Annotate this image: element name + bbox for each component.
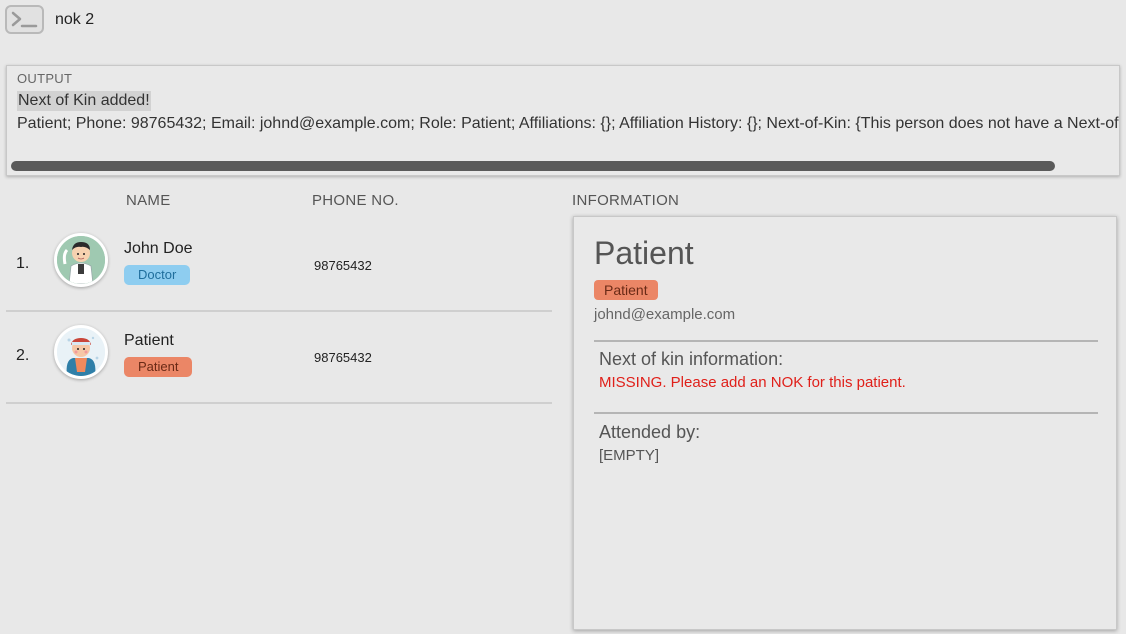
role-tag: Patient: [124, 357, 193, 377]
list-item-index: 1.: [16, 255, 30, 272]
attended-value: [EMPTY]: [599, 447, 660, 464]
phone-column-header: PHONE NO.: [312, 192, 399, 209]
command-bar: [0, 0, 1126, 40]
list-item-name: Patient: [124, 332, 174, 349]
scrollbar-thumb[interactable]: [11, 161, 1055, 171]
name-column-header: NAME: [126, 192, 171, 209]
info-role-tag: Patient: [594, 280, 658, 300]
output-title: OUTPUT: [17, 71, 73, 86]
role-tag: Doctor: [124, 265, 191, 285]
patient-avatar-icon: [54, 325, 108, 379]
output-message: Next of Kin added!: [17, 91, 151, 111]
list-item-index: 2.: [16, 347, 30, 364]
divider: [594, 412, 1098, 414]
list-item-phone: 98765432: [314, 258, 372, 273]
output-horizontal-scrollbar[interactable]: [11, 161, 1115, 173]
nok-missing-message: MISSING. Please add an NOK for this pati…: [599, 374, 906, 391]
information-header: INFORMATION: [572, 192, 680, 209]
list-item-name: John Doe: [124, 240, 193, 257]
terminal-icon[interactable]: [5, 5, 44, 34]
output-panel: OUTPUT Next of Kin added! Patient; Phone…: [6, 65, 1120, 176]
information-card: Patient Patient johnd@example.com Next o…: [573, 216, 1117, 630]
list-item[interactable]: 2. Patient Patient 98765432: [6, 312, 552, 404]
command-input[interactable]: [55, 10, 1055, 30]
divider: [594, 340, 1098, 342]
doctor-avatar-icon: [54, 233, 108, 287]
nok-section-title: Next of kin information:: [599, 349, 784, 369]
attended-section-title: Attended by:: [599, 422, 701, 442]
list-item-phone: 98765432: [314, 350, 372, 365]
info-email: johnd@example.com: [594, 306, 736, 323]
output-details: Patient; Phone: 98765432; Email: johnd@e…: [17, 115, 1120, 132]
list-item[interactable]: 1. John Doe Doctor 98765432: [6, 220, 552, 312]
info-name: Patient: [594, 235, 694, 271]
